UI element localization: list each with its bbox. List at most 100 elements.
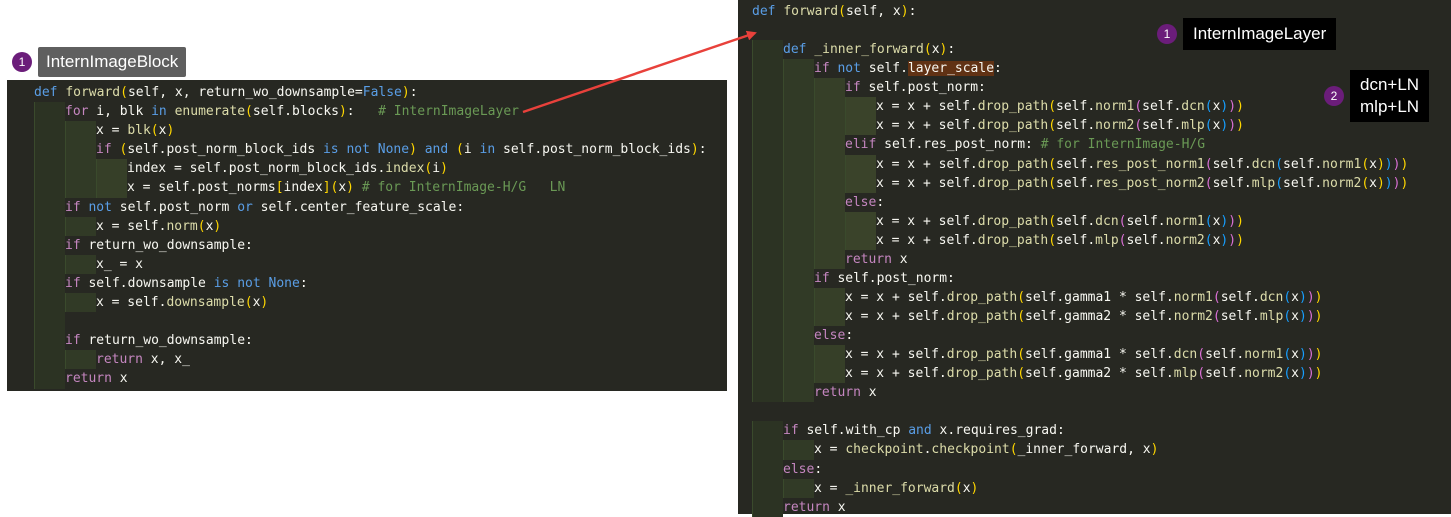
code-text: else: <box>845 194 885 210</box>
left-code-lines: def forward(self, x, return_wo_downsampl… <box>7 83 727 389</box>
annotation-note: dcn+LN mlp+LN <box>1350 70 1430 122</box>
note-line-2: mlp+LN <box>1360 97 1420 116</box>
code-text: if self.with_cp and x.requires_grad: <box>783 423 1065 439</box>
indent-guide <box>783 59 814 79</box>
code-line: if self.post_norm: <box>738 268 1451 288</box>
code-text: return x <box>65 371 128 387</box>
indent-guide <box>65 178 96 198</box>
indent-guide <box>783 307 814 327</box>
code-text: return x <box>814 385 877 401</box>
note-line-1: dcn+LN <box>1360 75 1420 94</box>
code-line: if return_wo_downsample: <box>7 331 727 351</box>
indent-guide <box>65 159 96 179</box>
indent-guide <box>752 59 783 79</box>
indent-guide <box>34 197 65 217</box>
indent-guide <box>814 192 845 212</box>
indent-guide <box>752 383 783 403</box>
code-text: x = x + self.drop_path(self.res_post_nor… <box>876 156 1409 172</box>
indent-guide <box>752 307 783 327</box>
code-line: x = blk(x) <box>7 121 727 141</box>
code-text: x = x + self.drop_path(self.gamma1 * sel… <box>845 289 1323 305</box>
indent-guide <box>845 97 876 117</box>
indent-guide <box>96 178 127 198</box>
code-text: def forward(self, x): <box>752 4 917 19</box>
indent-guide <box>34 273 65 294</box>
indent-guide <box>752 230 783 250</box>
code-line: x = x + self.drop_path(self.dcn(self.nor… <box>738 211 1451 231</box>
indent-guide <box>814 211 845 231</box>
indent-guide <box>783 383 814 403</box>
code-line: x = self.downsample(x) <box>7 293 727 313</box>
indent-guide <box>783 230 814 250</box>
code-line: def forward(self, x, return_wo_downsampl… <box>7 83 727 102</box>
indent-guide <box>752 249 783 269</box>
indent-guide <box>65 121 96 141</box>
indent-guide <box>34 312 65 332</box>
indent-guide <box>34 350 65 370</box>
code-text: x = self.downsample(x) <box>96 295 269 311</box>
annotation-number-badge: 1 <box>1157 24 1177 44</box>
code-line: def forward(self, x): <box>738 2 1451 21</box>
indent-guide <box>34 254 65 274</box>
code-line: index = self.post_norm_block_ids.index(i… <box>7 159 727 179</box>
indent-guide <box>814 364 845 384</box>
code-text: else: <box>814 328 854 344</box>
indent-guide <box>34 293 65 313</box>
indent-guide <box>96 159 127 179</box>
indent-guide <box>783 211 814 231</box>
code-text: return x <box>845 251 908 267</box>
indent-guide <box>65 293 96 313</box>
indent-guide <box>814 249 845 269</box>
indent-guide <box>34 140 65 160</box>
indent-guide <box>783 268 814 288</box>
annotation-number-badge: 1 <box>12 52 32 72</box>
code-line: x = checkpoint.checkpoint(_inner_forward… <box>738 440 1451 460</box>
indent-guide <box>34 216 65 236</box>
indent-guide <box>34 235 65 255</box>
indent-guide <box>65 350 96 370</box>
indent-guide <box>783 97 814 117</box>
code-text: x = x + self.drop_path(self.mlp(self.nor… <box>876 232 1244 248</box>
code-line: if (self.post_norm_block_ids is not None… <box>7 140 727 160</box>
indent-guide <box>814 135 845 155</box>
indent-guide <box>752 97 783 117</box>
indent-guide <box>814 173 845 193</box>
indent-guide <box>814 97 845 117</box>
indent-guide <box>845 116 876 136</box>
code-line: x = x + self.drop_path(self.gamma1 * sel… <box>738 287 1451 307</box>
indent-guide <box>845 173 876 193</box>
code-text: if not self.post_norm or self.center_fea… <box>65 199 465 215</box>
indent-guide <box>34 369 65 389</box>
indent-guide <box>752 287 783 307</box>
code-line: if self.with_cp and x.requires_grad: <box>738 421 1451 441</box>
indent-guide <box>34 102 65 122</box>
code-text: x = _inner_forward(x) <box>814 480 979 496</box>
code-line: x = x + self.drop_path(self.mlp(self.nor… <box>738 230 1451 250</box>
code-line: x = _inner_forward(x) <box>738 478 1451 498</box>
indent-guide <box>783 478 814 498</box>
indent-guide <box>783 345 814 365</box>
code-text: if return_wo_downsample: <box>65 237 253 253</box>
indent-guide <box>752 268 783 288</box>
indent-guide <box>752 421 783 441</box>
code-text: if self.downsample is not None: <box>65 275 308 291</box>
code-text: x = x + self.drop_path(self.gamma2 * sel… <box>845 366 1323 382</box>
code-line: x = x + self.drop_path(self.res_post_nor… <box>738 154 1451 174</box>
indent-guide <box>783 287 814 307</box>
code-text: if self.post_norm: <box>845 80 986 96</box>
indent-guide <box>752 154 783 174</box>
left-code-editor[interactable]: def forward(self, x, return_wo_downsampl… <box>7 80 727 391</box>
indent-guide <box>752 326 783 346</box>
code-text: if (self.post_norm_block_ids is not None… <box>96 142 707 158</box>
code-text: elif self.res_post_norm: # for InternIma… <box>845 137 1206 153</box>
indent-guide <box>752 211 783 231</box>
code-line: return x <box>7 369 727 389</box>
internimage-layer-annotation: 1 InternImageLayer <box>1157 18 1337 50</box>
indent-guide <box>845 230 876 250</box>
indent-guide <box>814 345 845 365</box>
code-text: x = checkpoint.checkpoint(_inner_forward… <box>814 442 1159 458</box>
code-text: return x, x_ <box>96 352 190 368</box>
code-text: if return_wo_downsample: <box>65 333 253 349</box>
indent-guide <box>65 140 96 160</box>
